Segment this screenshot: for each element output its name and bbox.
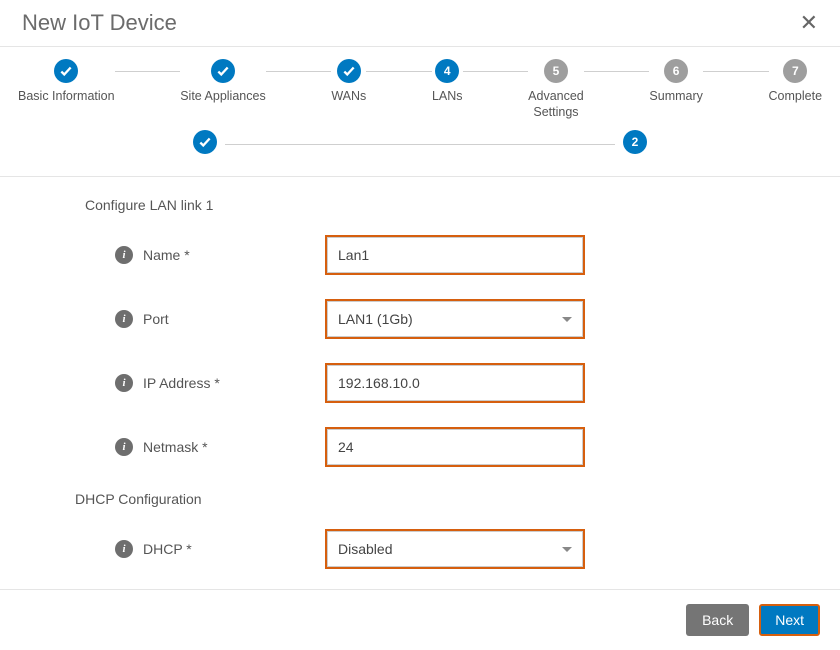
label-cell: i Name *: [85, 246, 325, 264]
close-icon[interactable]: ✕: [800, 10, 818, 36]
next-button[interactable]: Next: [759, 604, 820, 636]
step-summary[interactable]: 6 Summary: [649, 59, 702, 105]
field-label: IP Address *: [143, 375, 220, 391]
dhcp-heading: DHCP Configuration: [75, 491, 820, 507]
ip-address-input[interactable]: [327, 365, 583, 401]
form-area: Configure LAN link 1 i Name * i Port LAN…: [0, 177, 840, 589]
info-icon[interactable]: i: [115, 374, 133, 392]
check-icon: [211, 59, 235, 83]
step-lans[interactable]: 4 LANs: [432, 59, 463, 105]
info-icon[interactable]: i: [115, 438, 133, 456]
step-label: Complete: [769, 89, 823, 105]
step-number: 6: [664, 59, 688, 83]
info-icon[interactable]: i: [115, 310, 133, 328]
step-advanced-settings[interactable]: 5 AdvancedSettings: [528, 59, 584, 120]
input-highlight: LAN1 (1Gb): [325, 299, 585, 339]
row-port: i Port LAN1 (1Gb): [85, 299, 820, 339]
input-highlight: [325, 363, 585, 403]
field-label: Netmask *: [143, 439, 208, 455]
dialog-header: New IoT Device ✕: [0, 0, 840, 47]
port-select[interactable]: LAN1 (1Gb): [327, 301, 583, 337]
step-label: AdvancedSettings: [528, 89, 584, 120]
field-label: Name *: [143, 247, 190, 263]
chevron-down-icon: [562, 547, 572, 552]
select-value: LAN1 (1Gb): [338, 311, 413, 327]
name-input[interactable]: [327, 237, 583, 273]
step-label: Site Appliances: [180, 89, 265, 105]
row-netmask: i Netmask *: [85, 427, 820, 467]
dhcp-select[interactable]: Disabled: [327, 531, 583, 567]
input-highlight: [325, 235, 585, 275]
step-connector: [366, 71, 432, 72]
step-connector: [225, 144, 615, 145]
step-number: 4: [435, 59, 459, 83]
row-ip: i IP Address *: [85, 363, 820, 403]
step-label: Basic Information: [18, 89, 115, 105]
step-label: LANs: [432, 89, 463, 105]
step-basic-information[interactable]: Basic Information: [18, 59, 115, 105]
info-icon[interactable]: i: [115, 246, 133, 264]
dialog-footer: Back Next: [0, 589, 840, 650]
step-site-appliances[interactable]: Site Appliances: [180, 59, 265, 105]
section-heading: Configure LAN link 1: [85, 197, 820, 213]
sub-step-2[interactable]: 2: [623, 130, 647, 160]
netmask-input[interactable]: [327, 429, 583, 465]
step-connector: [115, 71, 181, 72]
label-cell: i Netmask *: [85, 438, 325, 456]
step-complete[interactable]: 7 Complete: [769, 59, 823, 105]
row-name: i Name *: [85, 235, 820, 275]
step-connector: [584, 71, 650, 72]
step-wans[interactable]: WANs: [331, 59, 366, 105]
select-value: Disabled: [338, 541, 392, 557]
step-label: Summary: [649, 89, 702, 105]
check-icon: [337, 59, 361, 83]
check-icon: [193, 130, 217, 154]
field-label: DHCP *: [143, 541, 192, 557]
label-cell: i DHCP *: [85, 540, 325, 558]
sub-stepper: 2: [0, 128, 840, 177]
label-cell: i IP Address *: [85, 374, 325, 392]
wizard-stepper: Basic Information Site Appliances WANs 4…: [0, 47, 840, 128]
field-label: Port: [143, 311, 169, 327]
step-label: WANs: [331, 89, 366, 105]
back-button[interactable]: Back: [686, 604, 749, 636]
step-connector: [703, 71, 769, 72]
row-dhcp: i DHCP * Disabled: [85, 529, 820, 569]
sub-step-1[interactable]: [193, 130, 217, 160]
info-icon[interactable]: i: [115, 540, 133, 558]
chevron-down-icon: [562, 317, 572, 322]
step-number: 7: [783, 59, 807, 83]
input-highlight: [325, 427, 585, 467]
dialog-title: New IoT Device: [22, 10, 177, 36]
step-number: 2: [623, 130, 647, 154]
step-number: 5: [544, 59, 568, 83]
input-highlight: Disabled: [325, 529, 585, 569]
check-icon: [54, 59, 78, 83]
step-connector: [266, 71, 332, 72]
step-connector: [463, 71, 529, 72]
label-cell: i Port: [85, 310, 325, 328]
